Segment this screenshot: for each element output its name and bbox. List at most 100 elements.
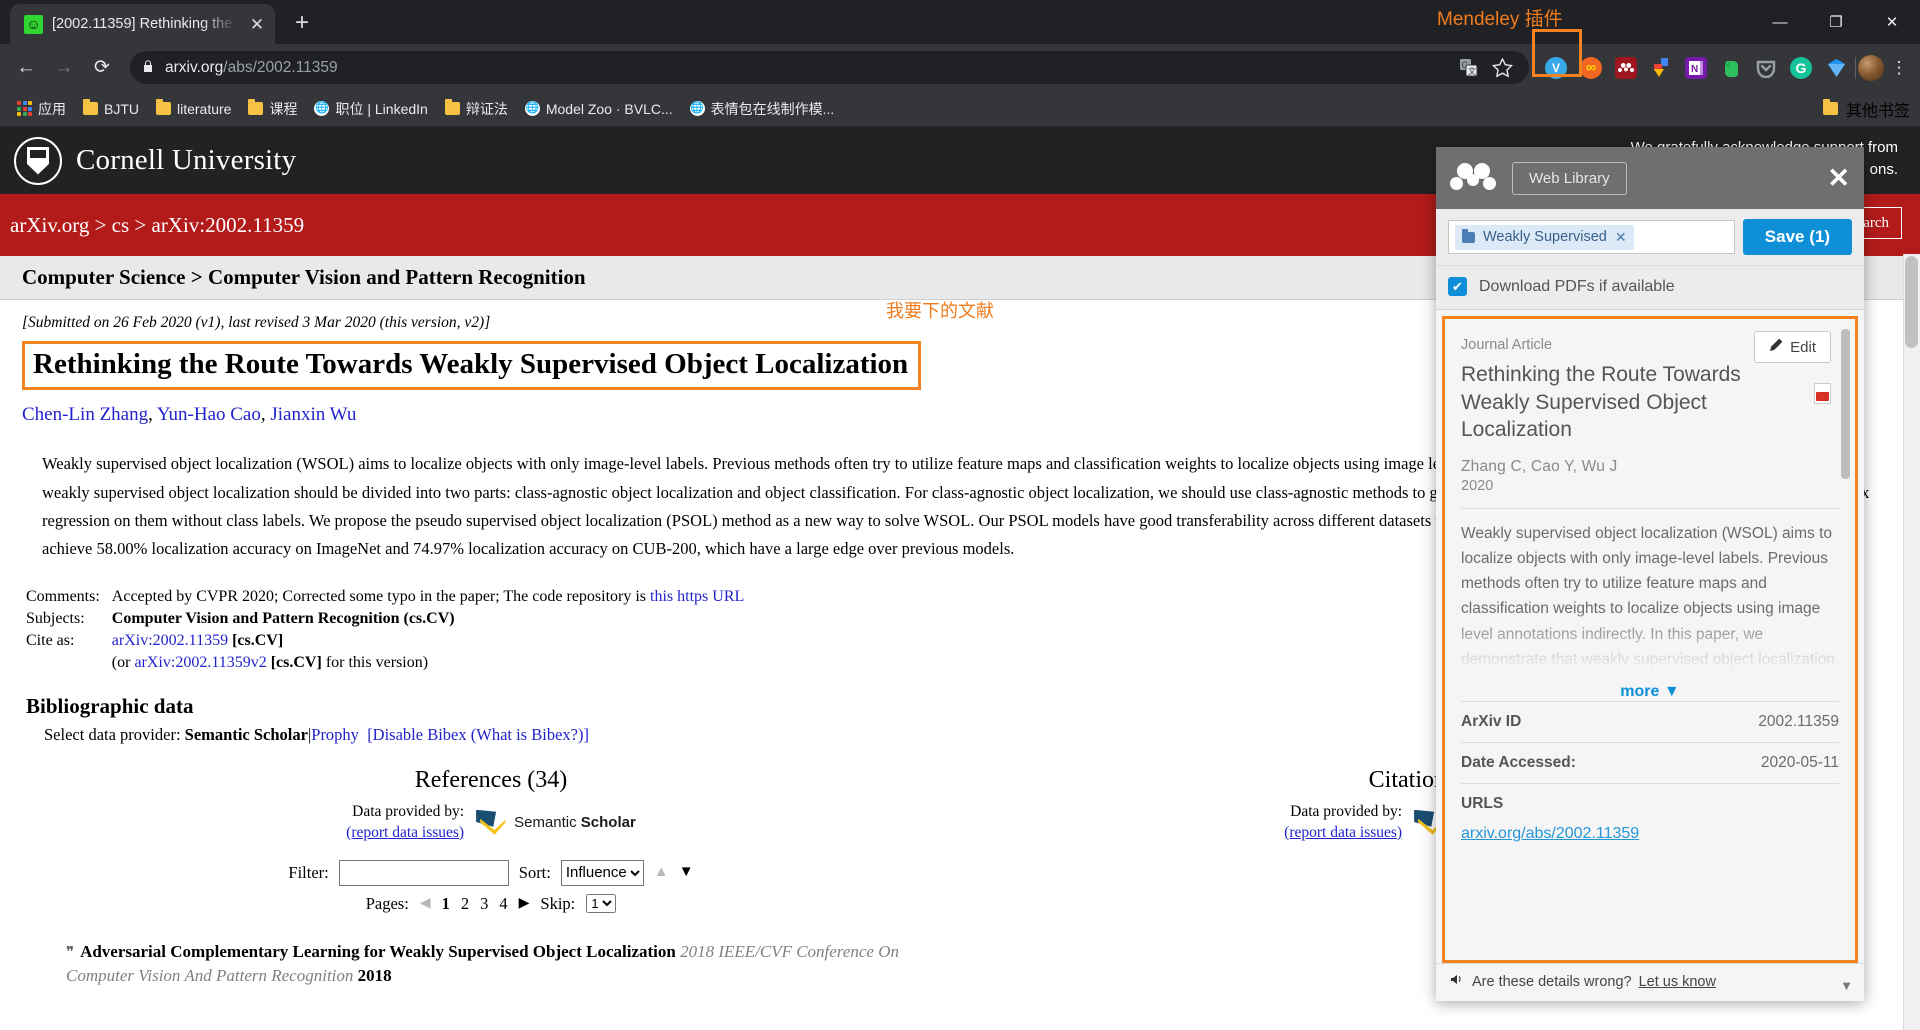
- infinity-newtab-extension-icon[interactable]: ∞: [1580, 56, 1602, 79]
- translate-icon[interactable]: G文: [1459, 58, 1478, 77]
- edit-button[interactable]: Edit: [1754, 331, 1831, 363]
- maximize-icon[interactable]: ❐: [1808, 0, 1864, 44]
- cite-version-link[interactable]: arXiv:2002.11359v2: [134, 654, 266, 671]
- mendeley-web-importer-extension-icon[interactable]: [1615, 56, 1637, 79]
- report-data-issues-link[interactable]: (report data issues): [346, 824, 464, 841]
- minimize-icon[interactable]: —: [1752, 0, 1808, 44]
- lock-icon: [142, 59, 154, 76]
- skip-select[interactable]: 1: [586, 894, 617, 914]
- subjects-value: Computer Vision and Pattern Recognition …: [111, 609, 455, 627]
- paper-metadata-table: Comments: Accepted by CVPR 2020; Correct…: [26, 586, 744, 674]
- svg-text:N: N: [1691, 64, 1698, 75]
- references-controls: Filter: Sort: Influence ▲ ▼: [22, 859, 960, 886]
- document-detail-card: Journal Article Edit Rethinking the Rout…: [1442, 316, 1858, 963]
- browser-toolbar: ← → ⟳ arxiv.org/abs/2002.11359 G文 V ∞ N …: [0, 44, 1920, 91]
- table-row: ArXiv ID 2002.11359: [1461, 701, 1839, 742]
- new-tab-button[interactable]: +: [295, 11, 309, 35]
- folder-select-field[interactable]: Weakly Supervised ✕: [1448, 220, 1735, 254]
- sort-ascending-icon[interactable]: ▲: [654, 864, 669, 881]
- bookmark-literature[interactable]: literature: [149, 97, 238, 121]
- vimium-extension-icon[interactable]: V: [1545, 56, 1567, 79]
- card-scrollbar-thumb[interactable]: [1841, 329, 1850, 479]
- download-pdfs-row: ✔ Download PDFs if available: [1436, 266, 1864, 310]
- grammar-color-extension-icon[interactable]: [1650, 57, 1672, 79]
- author-link[interactable]: Yun-Hao Cao: [157, 404, 261, 425]
- sort-descending-icon[interactable]: ▼: [679, 864, 694, 881]
- prev-page-icon[interactable]: ◀: [420, 895, 431, 912]
- report-data-issues-link[interactable]: (report data issues): [1284, 824, 1402, 841]
- star-icon[interactable]: [1492, 57, 1513, 78]
- bookmark-bjtu[interactable]: BJTU: [76, 97, 146, 121]
- references-heading: References (34): [414, 766, 568, 793]
- comments-text: Accepted by CVPR 2020; Corrected some ty…: [111, 587, 651, 605]
- folder-icon: [83, 99, 98, 115]
- page-4[interactable]: 4: [499, 894, 507, 914]
- data-provided-by-label: Data provided by:: [1290, 802, 1403, 820]
- grammarly-extension-icon[interactable]: G: [1790, 56, 1812, 79]
- more-toggle[interactable]: more ▼: [1461, 683, 1839, 701]
- tab-close-icon[interactable]: ✕: [247, 16, 267, 33]
- address-bar[interactable]: arxiv.org/abs/2002.11359 G文: [130, 51, 1529, 84]
- select-provider-label: Select data provider:: [44, 724, 181, 744]
- web-library-button[interactable]: Web Library: [1512, 161, 1627, 195]
- back-icon[interactable]: ←: [8, 50, 44, 86]
- disable-bibex-link[interactable]: [Disable Bibex (What is Bibex?)]: [367, 725, 589, 744]
- folder-icon: [1822, 99, 1838, 115]
- diamond-extension-icon[interactable]: [1825, 57, 1847, 79]
- close-icon[interactable]: ✕: [1827, 164, 1850, 192]
- scroll-down-icon[interactable]: ▼: [1840, 978, 1853, 993]
- bookmark-label: 辩证法: [465, 100, 508, 117]
- provider-prophy-link[interactable]: Prophy: [311, 725, 359, 744]
- sort-select[interactable]: Influence: [560, 859, 644, 886]
- bookmark-label: BJTU: [104, 100, 139, 117]
- breadcrumb[interactable]: arXiv.org > cs > arXiv:2002.11359: [10, 213, 304, 238]
- cite-version-tag: [cs.CV]: [270, 653, 322, 671]
- filter-input[interactable]: [338, 859, 509, 886]
- divider: [1461, 508, 1839, 510]
- evernote-webclipper-extension-icon[interactable]: [1720, 57, 1742, 79]
- table-row: Subjects: Computer Vision and Pattern Re…: [26, 608, 744, 630]
- reference-title[interactable]: Adversarial Complementary Learning for W…: [80, 942, 676, 961]
- download-pdfs-checkbox[interactable]: ✔: [1448, 277, 1467, 296]
- kebab-menu-icon[interactable]: ⋮: [1886, 59, 1912, 76]
- apps-grid-icon: [17, 101, 32, 116]
- skip-label: Skip:: [540, 893, 576, 913]
- document-url-link[interactable]: arxiv.org/abs/2002.11359: [1461, 825, 1639, 843]
- remove-folder-icon[interactable]: ✕: [1615, 229, 1627, 246]
- code-repo-link[interactable]: this https URL: [650, 588, 744, 605]
- pocket-extension-icon[interactable]: [1755, 57, 1777, 79]
- bookmarks-overflow[interactable]: 其他书签: [1822, 97, 1910, 121]
- page-3[interactable]: 3: [480, 894, 488, 914]
- cite-arxiv-link[interactable]: arXiv:2002.11359: [112, 632, 228, 649]
- list-item[interactable]: ❞ Adversarial Complementary Learning for …: [22, 940, 960, 989]
- close-window-icon[interactable]: ✕: [1864, 0, 1920, 44]
- profile-avatar[interactable]: [1858, 54, 1884, 81]
- let-us-know-link[interactable]: Let us know: [1639, 974, 1716, 990]
- scrollbar-thumb[interactable]: [1905, 256, 1918, 348]
- reload-icon[interactable]: ⟳: [84, 50, 120, 86]
- bookmark-kecheng[interactable]: 课程: [241, 95, 304, 123]
- bookmark-biaoqingbao[interactable]: 🌐 表情包在线制作模...: [683, 95, 842, 123]
- bookmark-apps[interactable]: 应用: [10, 95, 73, 123]
- page-scrollbar[interactable]: [1903, 254, 1920, 1030]
- data-provided-by-label: Data provided by:: [352, 802, 465, 820]
- folder-chip[interactable]: Weakly Supervised ✕: [1455, 224, 1634, 250]
- url-path: /abs/2002.11359: [223, 58, 338, 76]
- bookmark-bianzhengfa[interactable]: 辩证法: [438, 95, 515, 123]
- page-1[interactable]: 1: [442, 894, 450, 914]
- cornell-university-label: Cornell University: [76, 144, 297, 176]
- save-button[interactable]: Save (1): [1742, 219, 1852, 255]
- forward-icon[interactable]: →: [46, 50, 82, 86]
- author-link[interactable]: Jianxin Wu: [270, 404, 356, 425]
- browser-tab[interactable]: ☺ [2002.11359] Rethinking the R ✕: [10, 4, 275, 44]
- semantic-scholar-logo: Semantic Scholar: [474, 809, 636, 836]
- edit-button-label: Edit: [1790, 338, 1816, 356]
- author-link[interactable]: Chen-Lin Zhang: [22, 404, 148, 425]
- bookmark-model-zoo[interactable]: 🌐 Model Zoo · BVLC...: [518, 97, 680, 121]
- bookmark-linkedin[interactable]: 🌐 职位 | LinkedIn: [307, 95, 434, 123]
- document-title: Rethinking the Route Towards Weakly Supe…: [1461, 363, 1741, 442]
- onenote-clipper-extension-icon[interactable]: N: [1685, 56, 1707, 79]
- page-2[interactable]: 2: [461, 894, 469, 914]
- bookmark-label: 表情包在线制作模...: [710, 100, 835, 117]
- next-page-icon[interactable]: ▶: [519, 895, 530, 912]
